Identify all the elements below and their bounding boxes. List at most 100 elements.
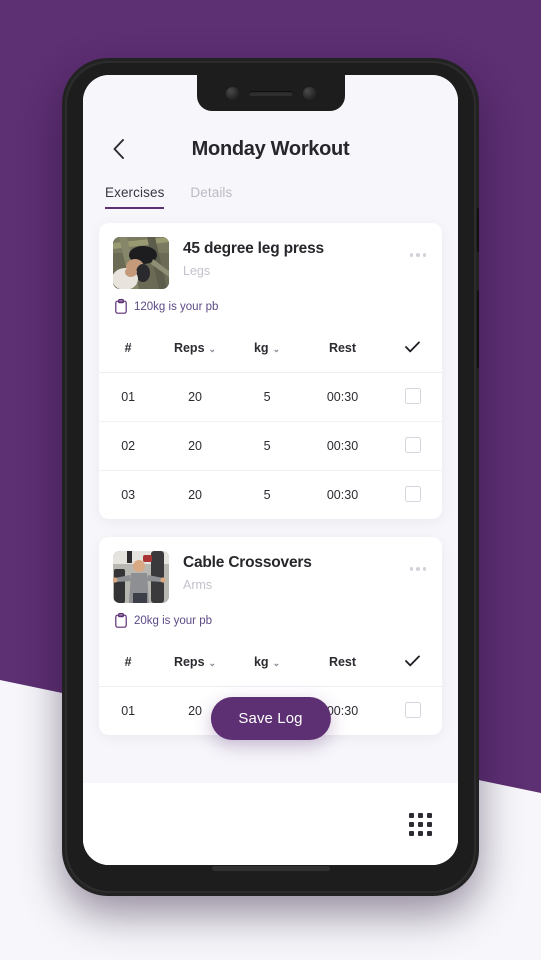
set-reps[interactable]: 20 bbox=[157, 372, 233, 422]
header-weight-label: kg bbox=[253, 341, 269, 355]
table-row[interactable]: 01 20 5 00:30 bbox=[99, 372, 442, 422]
header-reps[interactable]: Reps ⌄ bbox=[157, 324, 233, 373]
header-set-number: # bbox=[99, 638, 158, 687]
header-reps-label: Reps bbox=[173, 341, 205, 355]
header-reps-label: Reps bbox=[173, 655, 205, 669]
more-options-icon bbox=[416, 567, 420, 571]
set-done-checkbox[interactable] bbox=[404, 387, 421, 404]
bottom-speaker-grill bbox=[211, 866, 330, 871]
grid-dot bbox=[427, 830, 432, 836]
page-title: Monday Workout bbox=[191, 137, 350, 160]
header-rest: Rest bbox=[301, 638, 384, 687]
exercise-head-text: 45 degree leg press Legs bbox=[183, 237, 408, 278]
set-weight[interactable]: 5 bbox=[232, 421, 302, 471]
save-log-button[interactable]: Save Log bbox=[210, 697, 331, 740]
set-done-cell bbox=[384, 687, 442, 736]
more-options-icon bbox=[416, 253, 420, 257]
personal-best-row: 120kg is your pb bbox=[99, 289, 442, 314]
set-done-cell bbox=[383, 372, 442, 422]
exercise-more-options-button[interactable] bbox=[408, 245, 429, 265]
header-weight[interactable]: kg ⌄ bbox=[232, 638, 302, 687]
phone-device-frame: Monday Workout Exercises Details 45 degr… bbox=[62, 58, 479, 896]
bottom-bar bbox=[83, 783, 458, 865]
exercise-thumbnail[interactable] bbox=[113, 237, 169, 289]
set-weight[interactable]: 5 bbox=[233, 471, 302, 520]
app-topbar: Monday Workout bbox=[83, 123, 458, 175]
table-row[interactable]: 02 20 5 00:30 bbox=[99, 421, 442, 471]
tab-bar: Exercises Details bbox=[83, 175, 458, 209]
app-content: Monday Workout Exercises Details 45 degr… bbox=[83, 75, 458, 865]
front-camera-secondary-icon bbox=[302, 86, 316, 100]
grid-dot bbox=[418, 830, 423, 836]
exercise-card[interactable]: 45 degree leg press Legs 120kg is your p… bbox=[99, 223, 442, 519]
apps-grid-icon[interactable] bbox=[409, 812, 432, 836]
set-number: 01 bbox=[99, 372, 158, 422]
set-number: 03 bbox=[121, 488, 136, 502]
header-weight-label: kg bbox=[253, 655, 269, 669]
grid-dot bbox=[427, 821, 432, 827]
grid-dot bbox=[427, 812, 432, 818]
personal-best-text: 120kg is your pb bbox=[134, 300, 219, 313]
exercise-list[interactable]: 45 degree leg press Legs 120kg is your p… bbox=[83, 209, 458, 865]
exercise-muscle-group: Legs bbox=[183, 264, 211, 278]
header-weight[interactable]: kg ⌄ bbox=[232, 324, 302, 373]
phone-screen: Monday Workout Exercises Details 45 degr… bbox=[83, 75, 458, 865]
leg-press-photo bbox=[113, 237, 169, 289]
more-options-icon bbox=[422, 567, 426, 571]
header-set-number: # bbox=[99, 324, 158, 373]
exercise-head-text: Cable Crossovers Arms bbox=[183, 551, 408, 592]
exercise-thumbnail[interactable] bbox=[113, 551, 169, 603]
personal-best-row: 20kg is your pb bbox=[99, 603, 442, 628]
set-number: 01 bbox=[121, 704, 136, 718]
exercise-card-header: Cable Crossovers Arms bbox=[99, 537, 442, 603]
exercise-card-header: 45 degree leg press Legs bbox=[99, 223, 442, 289]
header-done bbox=[383, 324, 442, 373]
chevron-down-icon: ⌄ bbox=[208, 657, 217, 668]
clipboard-icon bbox=[115, 299, 127, 314]
grid-dot bbox=[409, 812, 414, 818]
set-done-cell bbox=[383, 421, 442, 471]
grid-dot bbox=[418, 812, 423, 818]
volume-button[interactable] bbox=[477, 290, 479, 368]
header-rest: Rest bbox=[301, 324, 384, 373]
sets-table: # Reps ⌄ kg bbox=[99, 324, 442, 519]
set-rest[interactable]: 00:30 bbox=[301, 372, 384, 422]
header-reps[interactable]: Reps ⌄ bbox=[157, 638, 233, 687]
set-rest[interactable]: 00:30 bbox=[301, 421, 384, 471]
exercise-more-options-button[interactable] bbox=[408, 559, 429, 579]
grid-dot bbox=[409, 830, 414, 836]
check-icon bbox=[405, 341, 421, 352]
header-done bbox=[383, 638, 442, 687]
set-number: 02 bbox=[99, 421, 158, 471]
grid-dot bbox=[409, 821, 414, 827]
table-row[interactable]: 03 20 5 00:30 bbox=[99, 471, 442, 520]
tab-exercises[interactable]: Exercises bbox=[105, 185, 165, 209]
more-options-icon bbox=[409, 253, 413, 257]
chevron-down-icon: ⌄ bbox=[272, 657, 281, 668]
set-done-checkbox[interactable] bbox=[404, 485, 421, 502]
set-reps[interactable]: 20 bbox=[157, 421, 233, 471]
exercise-muscle-group: Arms bbox=[183, 578, 213, 592]
sets-table-header-row: # Reps ⌄ kg ⌄ Rest bbox=[99, 324, 442, 373]
set-done-checkbox[interactable] bbox=[404, 701, 421, 718]
set-rest[interactable]: 00:30 bbox=[301, 471, 383, 520]
set-done-cell bbox=[384, 471, 442, 520]
grid-dot bbox=[418, 821, 423, 827]
earpiece-speaker bbox=[248, 90, 293, 96]
set-done-checkbox[interactable] bbox=[404, 436, 421, 453]
set-reps[interactable]: 20 bbox=[157, 471, 232, 520]
sets-table-header-row: # Reps ⌄ kg ⌄ Rest bbox=[99, 638, 442, 687]
set-weight[interactable]: 5 bbox=[232, 372, 302, 422]
power-button[interactable] bbox=[477, 208, 479, 252]
device-notch bbox=[196, 75, 345, 111]
back-button[interactable] bbox=[103, 134, 133, 164]
check-icon bbox=[405, 655, 421, 666]
chevron-left-icon bbox=[113, 139, 124, 159]
cable-crossover-photo bbox=[113, 551, 169, 603]
personal-best-text: 20kg is your pb bbox=[134, 614, 212, 627]
exercise-name: Cable Crossovers bbox=[183, 554, 312, 571]
chevron-down-icon: ⌄ bbox=[208, 343, 217, 354]
tab-details[interactable]: Details bbox=[190, 185, 232, 209]
more-options-icon bbox=[409, 567, 413, 571]
exercise-name: 45 degree leg press bbox=[183, 240, 324, 257]
